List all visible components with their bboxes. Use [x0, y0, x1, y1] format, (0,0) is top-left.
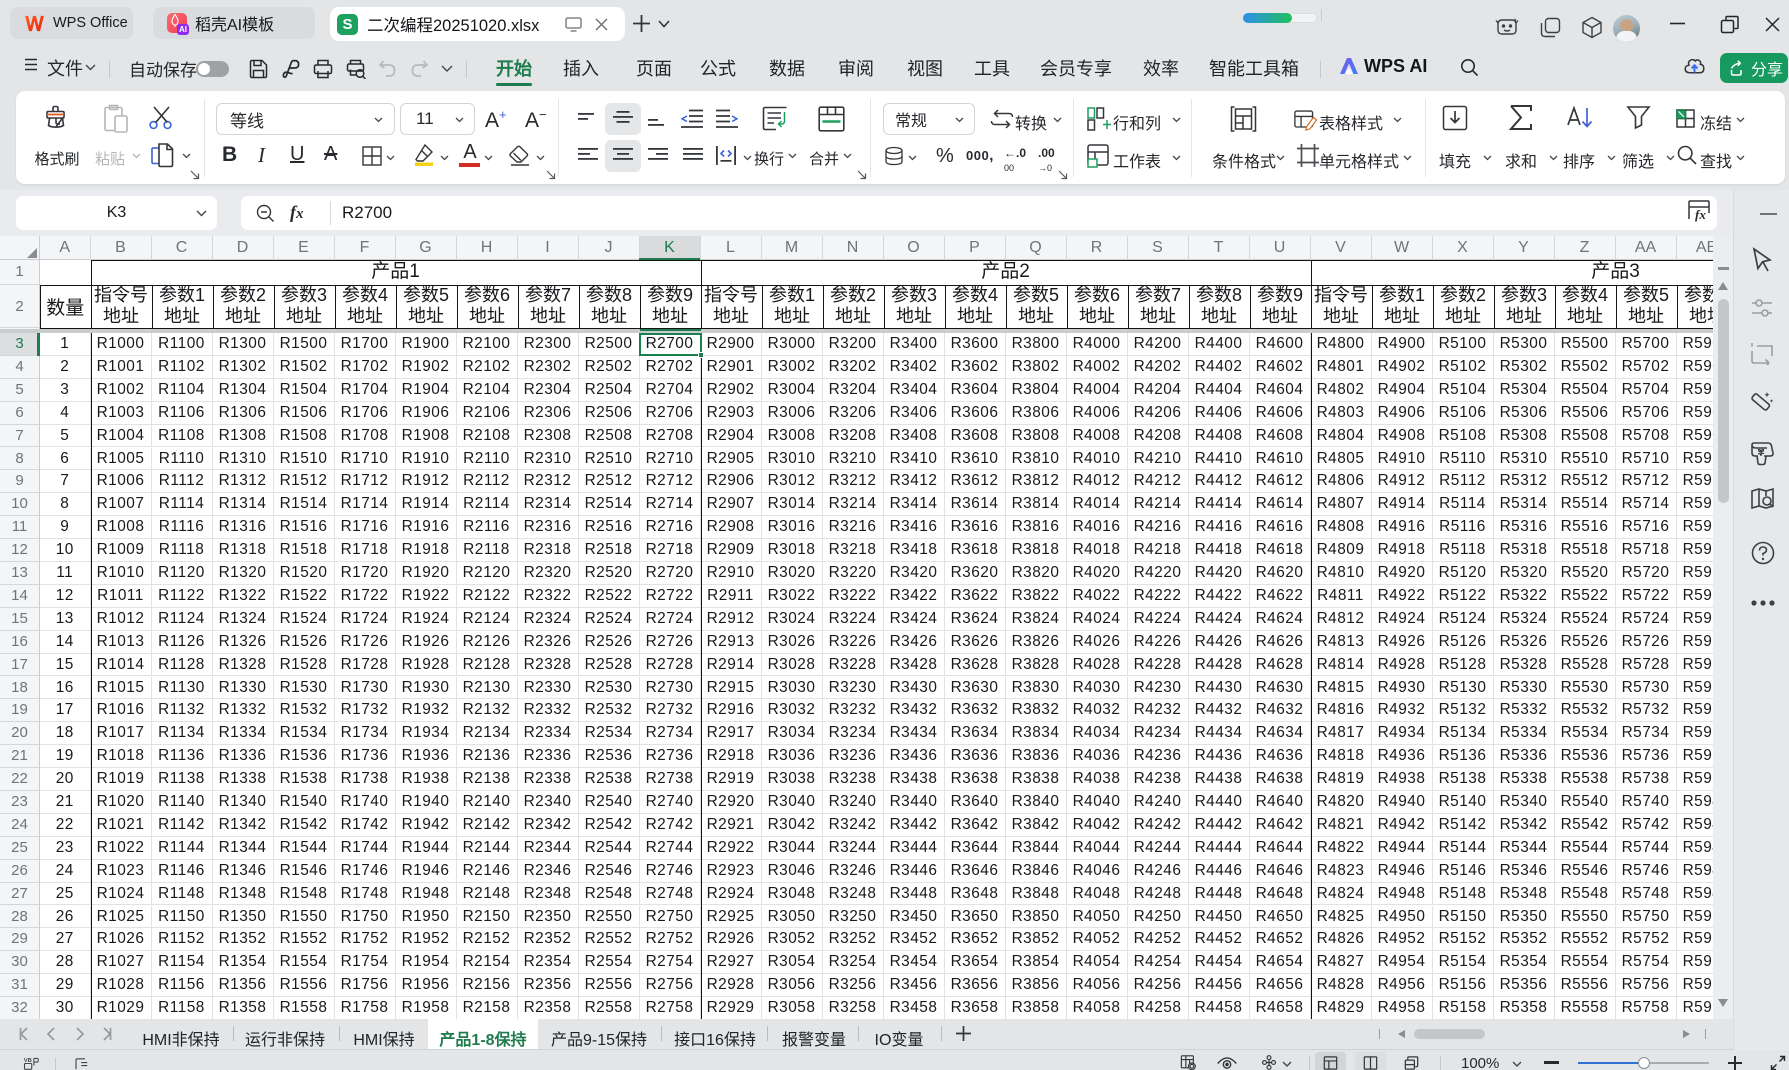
svg-text:fx: fx — [1695, 207, 1706, 222]
